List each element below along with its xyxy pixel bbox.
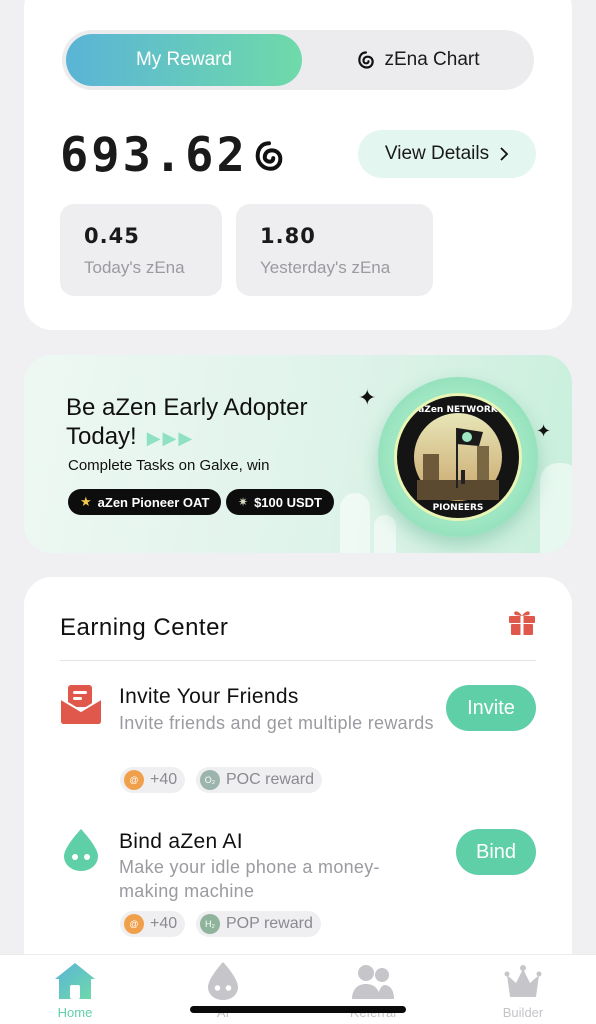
banner-title: Be aZen Early Adopter Today! ▶▶▶	[66, 393, 307, 453]
zena-swirl-icon	[255, 140, 283, 171]
stat-today-value: 0.45	[84, 224, 140, 248]
drop-face-icon	[208, 962, 238, 1000]
reward-chip-zena-label: +40	[150, 915, 178, 932]
divider	[60, 660, 536, 661]
tab-my-reward[interactable]: My Reward	[66, 34, 302, 86]
sparkle-icon: ✦	[536, 421, 552, 441]
task-bind-title: Bind aZen AI	[119, 830, 243, 853]
pioneer-badge: aZen NETWORK PIONEERS	[378, 377, 538, 537]
reward-chip-poc: O₂ POC reward	[196, 767, 323, 793]
stat-yesterday: 1.80 Yesterday's zEna	[236, 204, 433, 296]
pioneer-badge-inner: aZen NETWORK PIONEERS	[394, 393, 522, 521]
stat-today: 0.45 Today's zEna	[60, 204, 222, 296]
sparkle-icon: ✦	[358, 385, 377, 410]
banner-pillar	[540, 463, 572, 553]
tab-builder[interactable]: Builder	[478, 961, 568, 1020]
hydrogen-icon: H₂	[200, 914, 220, 934]
pill-pioneer-oat: ★ aZen Pioneer OAT	[68, 489, 222, 515]
reward-chip-pop-label: POP reward	[226, 915, 313, 932]
badge-text-bottom: PIONEERS	[433, 503, 484, 513]
reward-card: My Reward zEna Chart 693.62 View Details…	[24, 0, 572, 330]
tab-builder-label: Builder	[502, 1005, 544, 1020]
banner-subtitle: Complete Tasks on Galxe, win	[68, 457, 270, 474]
reward-chip-zena: @ +40	[120, 911, 186, 937]
reward-chip-poc-label: POC reward	[226, 771, 315, 788]
oxygen-icon: O₂	[200, 770, 220, 790]
reward-chip-zena: @ +40	[120, 767, 186, 793]
bind-button-label: Bind	[475, 840, 517, 863]
people-icon	[352, 965, 394, 999]
tab-home-label: Home	[57, 1005, 93, 1020]
reward-segmented-control: My Reward zEna Chart	[62, 30, 534, 90]
early-adopter-banner[interactable]: Be aZen Early Adopter Today! ▶▶▶ Complete…	[24, 355, 572, 553]
mail-invite-icon	[60, 685, 102, 724]
crown-icon	[504, 965, 542, 997]
banner-pillar	[340, 493, 370, 553]
money-icon: ✷	[238, 495, 249, 509]
banner-title-line2-row: Today! ▶▶▶	[66, 422, 307, 453]
pill-usdt: ✷ $100 USDT	[226, 489, 334, 515]
reward-chip-zena-label: +40	[150, 771, 178, 788]
view-details-label: View Details	[384, 143, 490, 164]
task-bind-desc: Make your idle phone a money-making mach…	[119, 857, 380, 901]
tab-my-reward-label: My Reward	[135, 49, 233, 70]
task-invite-desc: Invite friends and get multiple rewards	[119, 713, 434, 733]
badge-text-top: aZen NETWORK	[418, 405, 499, 415]
view-details-button[interactable]: View Details	[358, 130, 536, 178]
gift-icon[interactable]	[506, 605, 538, 637]
chevron-right-icon	[500, 147, 509, 161]
bottom-tab-bar: Home AI Referral Builder	[0, 954, 596, 1024]
bind-button[interactable]: Bind	[456, 829, 536, 875]
zena-balance-value: 693.62	[60, 128, 248, 183]
tab-zena-chart-label: zEna Chart	[384, 49, 480, 70]
home-icon	[55, 963, 95, 999]
zena-balance: 693.62	[60, 128, 286, 183]
banner-pillar	[374, 515, 396, 553]
tab-zena-chart[interactable]: zEna Chart	[306, 34, 530, 86]
earning-center-title: Earning Center	[60, 614, 229, 641]
stat-yesterday-label: Yesterday's zEna	[260, 258, 391, 277]
invite-button-label: Invite	[467, 696, 515, 719]
tab-home[interactable]: Home	[30, 961, 120, 1020]
drop-face-icon	[64, 829, 98, 871]
task-invite-title: Invite Your Friends	[119, 685, 299, 708]
zena-coin-icon: @	[124, 914, 144, 934]
star-icon: ★	[80, 494, 92, 509]
reward-chip-pop: H₂ POP reward	[196, 911, 321, 937]
pioneer-badge-art: aZen NETWORK PIONEERS	[414, 405, 502, 513]
pill-pioneer-oat-label: aZen Pioneer OAT	[97, 494, 210, 510]
banner-arrows-icon: ▶▶▶	[146, 428, 195, 448]
stat-yesterday-value: 1.80	[260, 224, 316, 248]
invite-button[interactable]: Invite	[446, 685, 536, 731]
zena-swirl-icon	[358, 51, 375, 69]
banner-title-line1: Be aZen Early Adopter	[66, 394, 308, 421]
banner-title-line2: Today!	[66, 423, 137, 450]
stat-today-label: Today's zEna	[84, 258, 185, 277]
zena-coin-icon: @	[124, 770, 144, 790]
earning-center-card: Earning Center Invite Your Friends Invit…	[24, 577, 572, 997]
home-indicator[interactable]	[190, 1006, 406, 1013]
pill-usdt-label: $100 USDT	[254, 494, 322, 510]
